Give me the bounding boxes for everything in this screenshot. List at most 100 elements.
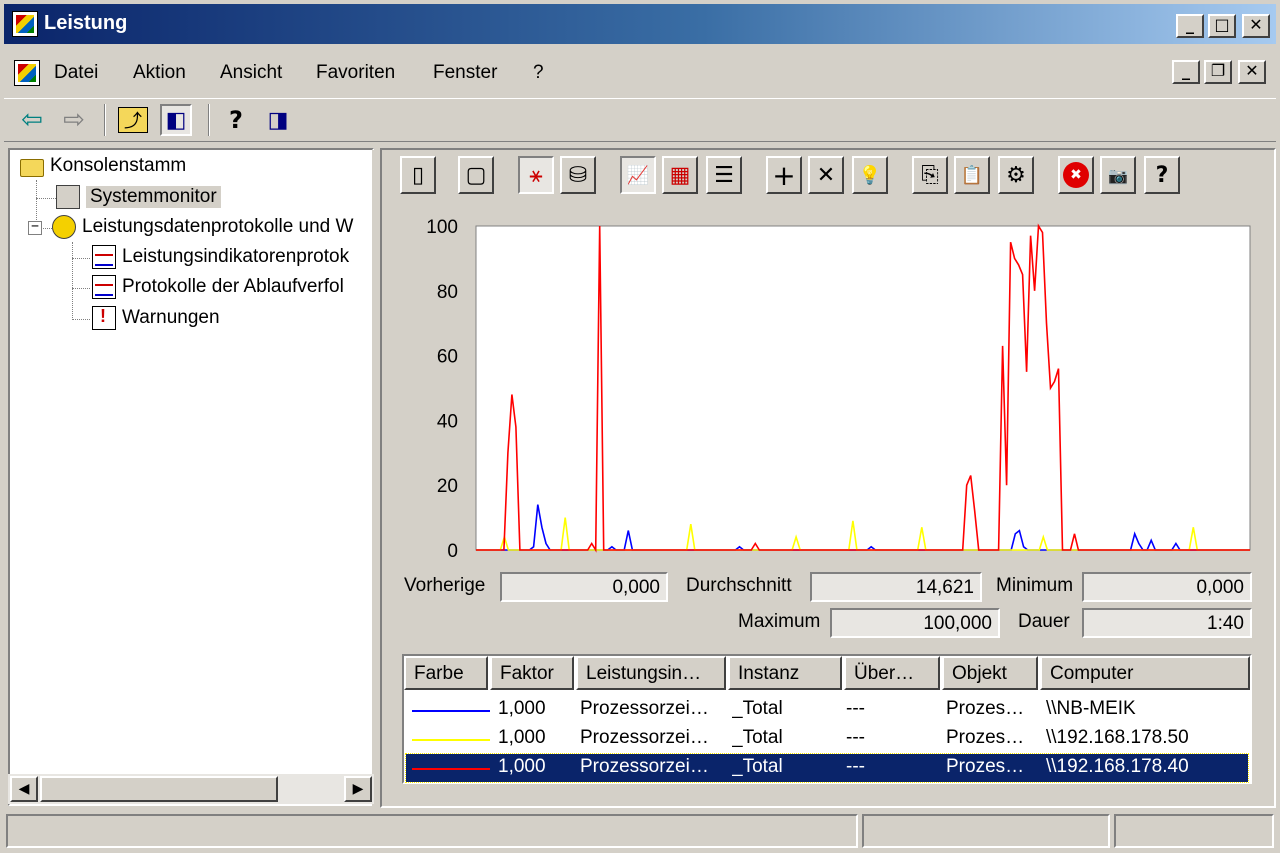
column-header-computer[interactable]: Computer [1040, 656, 1250, 690]
clear-display-icon[interactable]: ▢ [458, 156, 494, 194]
help-icon[interactable]: ? [220, 104, 252, 136]
minimize-button[interactable]: _ [1176, 14, 1204, 38]
splitter[interactable] [372, 150, 380, 806]
copy-properties-icon[interactable]: ⎘ [912, 156, 948, 194]
menu-help[interactable]: ? [533, 62, 544, 84]
new-counter-set-icon[interactable]: ▯ [400, 156, 436, 194]
column-header-object[interactable]: Objekt [942, 656, 1038, 690]
mdi-close-button[interactable]: ✕ [1238, 60, 1266, 84]
y-tick-label: 80 [437, 282, 458, 303]
add-counter-icon[interactable]: + [766, 156, 802, 194]
view-log-data-icon[interactable]: ⛁ [560, 156, 596, 194]
legend-cell-counter: Prozessorzei… [580, 727, 709, 748]
mdi-minimize-button[interactable]: _ [1172, 60, 1200, 84]
legend-row[interactable]: 1,000 Prozessorzei… _Total --- Prozes… \\192.… [406, 725, 1248, 753]
tree-item-performance-logs[interactable]: Leistungsdatenprotokolle und W [52, 214, 353, 240]
tree-item-label: Systemmonitor [86, 186, 221, 208]
mdi-child-icon[interactable] [14, 60, 40, 86]
counter-log-icon [92, 245, 116, 269]
tree-item-counter-logs[interactable]: Leistungsindikatorenprotok [92, 244, 349, 270]
scroll-thumb[interactable] [40, 776, 278, 802]
minimum-label: Minimum [996, 575, 1074, 596]
legend-row[interactable]: 1,000 Prozessorzei… _Total --- Prozes… \\NB-M… [406, 696, 1248, 724]
forward-arrow-icon[interactable]: ⇨ [58, 104, 90, 136]
show-hide-tree-icon[interactable]: ◧ [160, 104, 192, 136]
close-button[interactable]: ✕ [1242, 14, 1270, 38]
graph-help-icon[interactable]: ? [1144, 156, 1180, 194]
column-header-factor[interactable]: Faktor [490, 656, 574, 690]
scroll-right-button[interactable]: ▶ [344, 776, 372, 802]
maximum-value: 100,000 [830, 608, 1000, 638]
trace-log-icon [92, 275, 116, 299]
legend-cell-object: Prozes… [946, 698, 1025, 719]
menu-ansicht[interactable]: Ansicht [220, 62, 282, 84]
freeze-display-icon[interactable]: ✖ [1058, 156, 1094, 194]
previous-label: Vorherige [404, 575, 486, 596]
legend-cell-factor: 1,000 [498, 727, 546, 748]
title-bar[interactable]: Leistung _ □ ✕ [4, 4, 1276, 44]
tree-item-label: Protokolle der Ablaufverfol [122, 276, 344, 297]
view-histogram-icon[interactable]: ▦ [662, 156, 698, 194]
menu-datei[interactable]: Datei [54, 62, 98, 84]
back-arrow-icon[interactable]: ⇦ [16, 104, 48, 136]
y-tick-label: 20 [437, 476, 458, 497]
view-report-icon[interactable]: ☰ [706, 156, 742, 194]
view-current-activity-icon[interactable]: ⚹ [518, 156, 554, 194]
paste-counter-list-icon[interactable]: 📋 [954, 156, 990, 194]
tree-item-trace-logs[interactable]: Protokolle der Ablaufverfol [92, 274, 344, 300]
properties-pane-icon[interactable]: ◨ [262, 104, 294, 136]
column-header-color[interactable]: Farbe [404, 656, 488, 690]
up-folder-icon[interactable]: ⤴ [118, 107, 148, 133]
legend-cell-computer: \\NB-MEIK [1046, 698, 1136, 719]
legend-cell-object: Prozes… [946, 727, 1025, 748]
y-tick-label: 60 [437, 347, 458, 368]
tree-item-label: Leistungsdatenprotokolle und W [82, 216, 354, 237]
column-header-instance[interactable]: Instanz [728, 656, 842, 690]
scroll-left-button[interactable]: ◀ [10, 776, 38, 802]
column-header-parent[interactable]: Über… [844, 656, 940, 690]
update-data-icon[interactable]: 📷 [1100, 156, 1136, 194]
y-tick-label: 100 [426, 217, 458, 238]
average-value: 14,621 [810, 572, 982, 602]
plot-area [475, 225, 1251, 551]
toolbar-separator [104, 104, 106, 136]
tree-root[interactable]: Konsolenstamm [20, 153, 186, 179]
performance-logs-icon [52, 215, 76, 239]
menu-aktion[interactable]: Aktion [133, 62, 186, 84]
menu-favoriten[interactable]: Favoriten [316, 62, 395, 84]
legend-cell-instance: _Total [732, 698, 783, 719]
minimum-value: 0,000 [1082, 572, 1252, 602]
properties-icon[interactable]: ⚙ [998, 156, 1034, 194]
tree-item-label: Leistungsindikatorenprotok [122, 246, 350, 267]
legend-cell-factor: 1,000 [498, 756, 546, 777]
performance-graph[interactable]: 100 80 60 40 20 0 [384, 200, 1264, 570]
mdi-restore-button[interactable]: ❐ [1204, 60, 1232, 84]
highlight-icon[interactable]: 💡 [852, 156, 888, 194]
y-tick-label: 40 [437, 411, 458, 432]
tree-item-alerts[interactable]: Warnungen [92, 305, 220, 331]
legend-row[interactable]: 1,000 Prozessorzei… _Total --- Prozes… \\192.… [405, 753, 1249, 783]
main-toolbar [4, 98, 1276, 142]
system-monitor-icon [56, 185, 80, 209]
tree-item-systemmonitor[interactable]: Systemmonitor [56, 184, 221, 210]
menu-fenster[interactable]: Fenster [433, 62, 497, 84]
toolbar-separator [208, 104, 210, 136]
horizontal-scrollbar[interactable]: ◀ ▶ [8, 774, 374, 804]
legend-cell-object: Prozes… [946, 756, 1025, 777]
collapse-toggle[interactable]: − [28, 220, 42, 235]
legend-cell-counter: Prozessorzei… [580, 756, 709, 777]
maximize-button[interactable]: □ [1208, 14, 1236, 38]
legend-cell-computer: \\192.168.178.50 [1046, 727, 1189, 748]
delete-counter-icon[interactable]: ✕ [808, 156, 844, 194]
legend-cell-computer: \\192.168.178.40 [1046, 756, 1189, 777]
legend-cell-parent: --- [846, 756, 865, 777]
perfmon-app-icon[interactable] [12, 11, 38, 37]
stop-icon: ✖ [1063, 162, 1089, 188]
duration-label: Dauer [1018, 611, 1070, 632]
view-graph-icon[interactable]: 📈 [620, 156, 656, 194]
color-swatch [412, 768, 490, 770]
legend-cell-instance: _Total [732, 727, 783, 748]
status-cell-3 [1114, 814, 1274, 848]
column-header-counter[interactable]: Leistungsin… [576, 656, 726, 690]
average-label: Durchschnitt [686, 575, 792, 596]
